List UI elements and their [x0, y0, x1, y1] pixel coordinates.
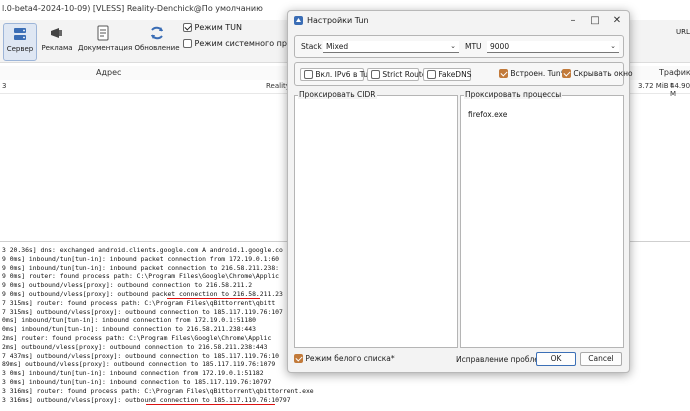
mtu-select[interactable]: 9000 ⌄	[487, 41, 619, 53]
strict-route-checkbox[interactable]: Strict Route	[367, 68, 426, 81]
minimize-icon[interactable]: –	[562, 13, 584, 28]
red-underline	[167, 298, 260, 299]
docs-button-label: Документация	[78, 44, 133, 52]
strict-route-check-icon	[371, 70, 380, 79]
stack-mtu-group: Stack Mixed ⌄ MTU 9000 ⌄	[294, 35, 624, 58]
server-button-label: Сервер	[6, 45, 34, 53]
tun-mode-checkbox[interactable]: Режим TUN	[183, 23, 242, 32]
document-icon	[95, 25, 111, 41]
system-proxy-check-icon	[183, 39, 192, 48]
log-line: 3 316ms] outbound/vless[proxy]: outbound…	[2, 395, 291, 404]
fakedns-check-icon	[427, 70, 436, 79]
hide-window-label: Скрывать окно	[573, 69, 633, 78]
stack-value: Mixed	[326, 42, 349, 51]
whitelist-mode-label: Режим белого списка*	[305, 354, 395, 363]
proxy-cidr-textarea[interactable]	[294, 95, 458, 348]
log-line: 7 315ms] router: found process path: C:\…	[2, 298, 276, 307]
hide-window-checkbox[interactable]: Скрывать окно	[559, 68, 633, 81]
main-window-title: l.0-beta4-2024-10-09) [VLESS] Reality-De…	[2, 4, 263, 13]
url-button[interactable]: URL	[676, 28, 690, 36]
stack-label: Stack	[301, 42, 322, 51]
log-line: 9 0ms] outbound/vless[proxy]: outbound p…	[2, 290, 283, 298]
ipv6-label: Вкл. IPv6 в Tun	[315, 70, 373, 79]
update-icon	[149, 25, 165, 41]
strict-route-label: Strict Route	[382, 70, 427, 79]
megaphone-icon	[49, 25, 65, 41]
hide-window-check-icon	[562, 69, 571, 78]
log-line: 9 0ms] inbound/tun[tun-in]: inbound pack…	[2, 263, 280, 272]
maximize-icon[interactable]: □	[584, 13, 606, 28]
whitelist-check-icon	[294, 354, 303, 363]
tun-mode-label: Режим TUN	[194, 23, 243, 32]
tun-mode-check-icon	[183, 23, 192, 32]
ipv6-check-icon	[304, 70, 313, 79]
builtin-tun-check-icon	[499, 69, 508, 78]
ads-button[interactable]: Реклама	[40, 23, 74, 59]
log-line: 9 0ms] router: found process path: C:\Pr…	[2, 272, 280, 281]
dialog-titlebar[interactable]: Настройки Tun – □ ✕	[288, 11, 629, 31]
server-button[interactable]: Сервер	[3, 23, 37, 61]
whitelist-mode-checkbox[interactable]: Режим белого списка*	[294, 354, 395, 363]
builtin-tun-label: Встроен. Tun*	[510, 69, 565, 78]
mtu-value: 9000	[490, 42, 510, 51]
cancel-button[interactable]: Cancel	[580, 352, 622, 366]
row-speed: 3.72 MiB↑	[638, 82, 675, 90]
log-line: 9 0ms] outbound/vless[proxy]: outbound c…	[2, 281, 253, 290]
tun-settings-dialog: Настройки Tun – □ ✕ Stack Mixed ⌄ MTU 90…	[287, 10, 633, 373]
log-line: 89ms] outbound/vless[proxy]: outbound co…	[2, 360, 276, 369]
log-line: 0ms] inbound/tun[tun-in]: inbound connec…	[2, 325, 256, 334]
ok-button[interactable]: OK	[536, 352, 576, 366]
fakedns-label: FakeDNS	[438, 70, 472, 79]
log-line: 2ms] router: found process path: C:\Prog…	[2, 334, 272, 342]
address-column-header[interactable]: Адрес	[96, 68, 121, 77]
proxy-cidr-label: Проксировать CIDR	[298, 90, 377, 99]
mtu-label: MTU	[465, 42, 482, 51]
server-icon	[12, 26, 28, 42]
red-underline	[146, 403, 275, 405]
ads-button-label: Реклама	[41, 44, 73, 52]
proxy-processes-label: Проксировать процессы	[464, 90, 563, 99]
builtin-tun-checkbox[interactable]: Встроен. Tun*	[496, 68, 564, 81]
row-index: 3	[2, 82, 7, 90]
proxy-processes-textarea[interactable]: firefox.exe	[460, 95, 624, 348]
tun-options-group: Вкл. IPv6 в Tun Strict Route FakeDNS Вст…	[294, 62, 633, 86]
update-button[interactable]: Обновление	[134, 23, 180, 59]
log-line: 0ms] inbound/tun[tun-in]: inbound connec…	[2, 316, 256, 325]
update-button-label: Обновление	[134, 44, 180, 52]
chevron-down-icon: ⌄	[610, 42, 616, 50]
process-item: firefox.exe	[468, 110, 508, 119]
ipv6-checkbox[interactable]: Вкл. IPv6 в Tun	[300, 68, 373, 81]
log-line: 2ms] outbound/vless[proxy]: outbound con…	[2, 342, 268, 351]
stack-select[interactable]: Mixed ⌄	[323, 41, 459, 53]
log-line: 3 0ms] inbound/tun[tun-in]: inbound conn…	[2, 378, 272, 386]
docs-button[interactable]: Документация	[78, 23, 132, 59]
log-line: 9 0ms] inbound/tun[tun-in]: inbound pack…	[2, 254, 280, 263]
log-line: 7 315ms] outbound/vless[proxy]: outbound…	[2, 307, 283, 316]
traffic-column-header[interactable]: Трафик	[659, 68, 690, 77]
log-line: 3 0ms] inbound/tun[tun-in]: inbound conn…	[2, 369, 264, 378]
log-line: 7 437ms] outbound/vless[proxy]: outbound…	[2, 351, 280, 360]
close-icon[interactable]: ✕	[606, 13, 628, 28]
row-traffic: 44.90 M	[670, 82, 690, 98]
dialog-title: Настройки Tun	[307, 16, 369, 25]
app-icon	[294, 16, 303, 25]
troubleshoot-link[interactable]: Исправление проблем	[456, 355, 545, 364]
chevron-down-icon: ⌄	[450, 42, 456, 50]
log-line: 3 20.36s] dns: exchanged android.clients…	[2, 246, 283, 254]
fakedns-checkbox[interactable]: FakeDNS	[423, 68, 471, 81]
log-line: 3 316ms] router: found process path: C:\…	[2, 386, 314, 395]
